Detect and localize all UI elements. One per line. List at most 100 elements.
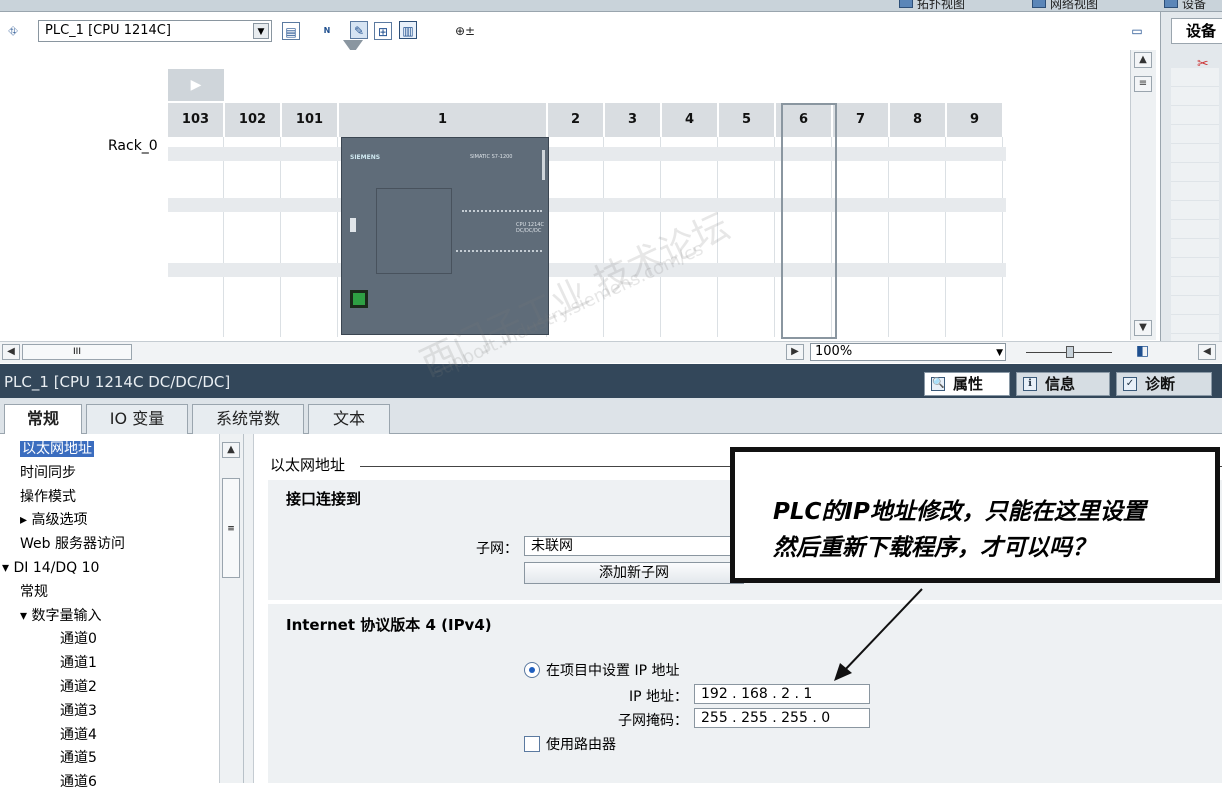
slot-3[interactable] bbox=[605, 137, 661, 337]
scroll-down-icon[interactable]: ▼ bbox=[1134, 320, 1152, 336]
tree-item[interactable]: 通道4 bbox=[60, 724, 97, 746]
subtab-general[interactable]: 常规 bbox=[4, 404, 82, 435]
ip-address-field[interactable]: 192 . 168 . 2 . 1 bbox=[694, 684, 870, 704]
tree-item-label: Web 服务器访问 bbox=[20, 536, 125, 553]
subnet-mask-label: 子网掩码： bbox=[618, 713, 688, 729]
hscroll-thumb[interactable]: III bbox=[22, 344, 132, 360]
slot-101[interactable] bbox=[282, 137, 338, 337]
slot-header-101: 101 bbox=[282, 103, 338, 137]
cpu-type-text: CPU 1214C DC/DC/DC bbox=[516, 222, 544, 234]
annotation-line-2: 然后重新下载程序，才可以吗？ bbox=[773, 535, 1095, 561]
ethernet-port-icon[interactable] bbox=[350, 290, 368, 308]
grid-view-icon[interactable]: ▤ bbox=[282, 22, 300, 40]
slot-9[interactable] bbox=[947, 137, 1003, 337]
expand-rack-button[interactable]: ▶ bbox=[168, 69, 224, 101]
tree-item[interactable]: 通道2 bbox=[60, 676, 97, 698]
panel-title[interactable]: 设备 bbox=[1171, 18, 1222, 44]
edit-icon[interactable]: ✎ bbox=[350, 21, 368, 39]
tab-device-view[interactable]: 设备 bbox=[1160, 0, 1222, 12]
zoom-select[interactable]: 100% ▼ bbox=[810, 343, 1006, 361]
tree-item[interactable]: 以太网地址 bbox=[20, 438, 94, 460]
cpu-led bbox=[542, 150, 545, 180]
tree-item[interactable]: 通道1 bbox=[60, 652, 97, 674]
tree-item[interactable]: ▸ 高级选项 bbox=[20, 509, 87, 531]
device-toolbar: ⛗ PLC_1 [CPU 1214C] ▼ ▤ N ✎ ⊞ ▥ ⊕± ▭ bbox=[0, 12, 1160, 54]
hardware-catalog-panel: 设备 ✂ bbox=[1160, 12, 1222, 352]
tab-diagnostics[interactable]: ✓ 诊断 bbox=[1116, 372, 1212, 396]
set-ip-label: 在项目中设置 IP 地址 bbox=[546, 663, 680, 679]
slot-5[interactable] bbox=[719, 137, 775, 337]
diagnostics-icon: ✓ bbox=[1123, 377, 1137, 391]
tree-item[interactable]: 通道0 bbox=[60, 628, 97, 650]
rack-label: Rack_0 bbox=[108, 138, 158, 154]
subtab-io-tags[interactable]: IO 变量 bbox=[86, 404, 188, 434]
tab-topology-view[interactable]: 拓扑视图 bbox=[895, 0, 1015, 12]
device-overview-icon[interactable]: ⛗ bbox=[4, 22, 22, 40]
scroll-up-icon[interactable]: ▲ bbox=[1134, 52, 1152, 68]
annotation-box: PLC的IP地址修改，只能在这里设置 然后重新下载程序，才可以吗？ bbox=[730, 447, 1220, 583]
io-leds-bottom bbox=[456, 250, 542, 252]
tree-item[interactable]: ▾ 数字量输入 bbox=[20, 605, 101, 627]
table-icon[interactable]: ⊞ bbox=[374, 22, 392, 40]
tree-item[interactable]: 通道5 bbox=[60, 747, 97, 769]
view-tab-bar: 拓扑视图 网络视图 设备 bbox=[0, 0, 1222, 12]
slot-103[interactable] bbox=[168, 137, 224, 337]
slot-4[interactable] bbox=[662, 137, 718, 337]
zoom-slider-thumb[interactable] bbox=[1066, 346, 1074, 358]
tree-splitter[interactable] bbox=[244, 434, 254, 783]
device-data-icon[interactable]: ▭ bbox=[1128, 22, 1146, 40]
slot-header-103: 103 bbox=[168, 103, 224, 137]
tree-item[interactable]: 常规 bbox=[20, 581, 48, 603]
cpu-module[interactable]: SIEMENS SIMATIC S7-1200 CPU 1214C DC/DC/… bbox=[341, 137, 549, 335]
tree-item[interactable]: 通道6 bbox=[60, 771, 97, 793]
zoom-icon[interactable]: ⊕± bbox=[448, 22, 482, 40]
add-subnet-button[interactable]: 添加新子网 bbox=[524, 562, 744, 584]
tree-item-label: 通道3 bbox=[60, 702, 97, 719]
tab-network-view[interactable]: 网络视图 bbox=[1028, 0, 1146, 12]
slot-7[interactable] bbox=[833, 137, 889, 337]
scroll-up-icon[interactable]: ▲ bbox=[222, 442, 240, 458]
subtab-system-constants[interactable]: 系统常数 bbox=[192, 404, 304, 434]
scroll-left-icon[interactable]: ◀ bbox=[2, 344, 20, 360]
subtab-texts[interactable]: 文本 bbox=[308, 404, 390, 434]
tree-vscroll[interactable]: ▲ ≡ bbox=[219, 434, 243, 783]
panel-icon[interactable]: ▥ bbox=[399, 21, 417, 39]
tab-info[interactable]: ℹ 信息 bbox=[1016, 372, 1110, 396]
ipv4-heading: Internet 协议版本 4 (IPv4) bbox=[286, 616, 492, 634]
device-canvas[interactable]: ▶ Rack_0 103 102 101 1 2 3 4 5 6 7 8 9 SIEMENS SIMA… bbox=[0, 50, 1156, 340]
tree-item-label: 通道4 bbox=[60, 726, 97, 743]
tree-item[interactable]: Web 服务器访问 bbox=[20, 533, 125, 555]
tree-item[interactable]: 通道3 bbox=[60, 700, 97, 722]
tree-item[interactable]: ▾ DI 14/DQ 10 bbox=[2, 557, 99, 579]
tree-scroll-thumb[interactable]: ≡ bbox=[222, 478, 240, 578]
rack-rail bbox=[168, 147, 1006, 161]
tree-item-label: ▾ 数字量输入 bbox=[20, 607, 102, 624]
subnet-field[interactable]: 未联网 bbox=[524, 536, 744, 556]
tab-properties[interactable]: 🔍 属性 bbox=[924, 372, 1010, 396]
use-router-checkbox[interactable] bbox=[524, 736, 540, 752]
scroll-thumb[interactable]: ≡ bbox=[1134, 76, 1152, 92]
tree-item-label: ▸ 高级选项 bbox=[20, 512, 88, 529]
properties-tree: 以太网地址 时间同步 操作模式 ▸ 高级选项 Web 服务器访问 ▾ DI 14/DQ 1… bbox=[0, 434, 244, 790]
chevron-down-icon[interactable]: ▼ bbox=[253, 23, 269, 39]
panel-scroll-left-icon[interactable]: ◀ bbox=[1198, 344, 1216, 360]
rack-rail bbox=[168, 263, 1006, 277]
chevron-down-icon[interactable]: ▼ bbox=[996, 345, 1003, 361]
overview-icon[interactable]: ◧ bbox=[1136, 343, 1149, 359]
set-ip-radio[interactable] bbox=[524, 662, 540, 678]
slot-102[interactable] bbox=[225, 137, 281, 337]
device-select[interactable]: PLC_1 [CPU 1214C] ▼ bbox=[38, 20, 272, 42]
slot-header-9: 9 bbox=[947, 103, 1003, 137]
inspector-title: PLC_1 [CPU 1214C DC/DC/DC] bbox=[4, 373, 231, 391]
slot-header-1: 1 bbox=[339, 103, 547, 137]
section-title: 以太网地址 bbox=[270, 456, 346, 474]
slot-8[interactable] bbox=[890, 137, 946, 337]
show-names-icon[interactable]: N bbox=[318, 22, 336, 40]
info-icon: ℹ bbox=[1023, 377, 1037, 391]
canvas-vscroll[interactable]: ▲ ≡ ▼ bbox=[1130, 50, 1156, 340]
network-icon bbox=[1032, 0, 1046, 8]
subnet-mask-field[interactable]: 255 . 255 . 255 . 0 bbox=[694, 708, 870, 728]
tree-item[interactable]: 操作模式 bbox=[20, 486, 76, 508]
scroll-right-icon[interactable]: ▶ bbox=[786, 344, 804, 360]
tree-item[interactable]: 时间同步 bbox=[20, 462, 76, 484]
